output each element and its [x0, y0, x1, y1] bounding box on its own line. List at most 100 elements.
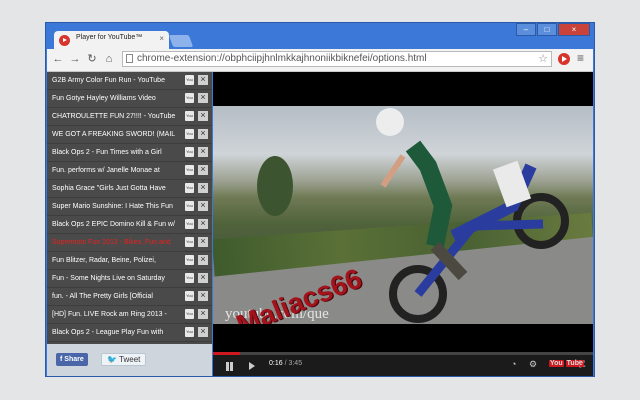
play-icon	[59, 35, 70, 46]
playlist-item[interactable]: Supermoto Fun 2013 - Bikes, Fun and You T…	[47, 234, 212, 254]
remove-item-icon[interactable]: ×	[198, 219, 208, 229]
new-tab-button[interactable]	[168, 35, 194, 47]
playlist-item-title: Black Ops 2 - Fun Times with a Girl	[52, 149, 162, 156]
page-icon	[126, 54, 133, 63]
remove-item-icon[interactable]: ×	[198, 201, 208, 211]
tweet-label: Tweet	[119, 355, 141, 364]
back-button[interactable]: ←	[51, 52, 65, 66]
minimize-button[interactable]: –	[516, 23, 536, 36]
playlist-item[interactable]: Fun - Some Nights Live on Saturday You Tu…	[47, 270, 212, 290]
facebook-share-button[interactable]: f Share	[56, 353, 88, 366]
playlist-item-title: Black Ops 2 EPIC Domino Kill & Fun w/	[52, 221, 175, 228]
youtube-icon[interactable]: You Tube	[185, 147, 194, 164]
browser-tab[interactable]: Player for YouTube™ ×	[54, 31, 169, 49]
youtube-icon[interactable]: You Tube	[185, 183, 194, 200]
reload-button[interactable]: ↻	[85, 52, 99, 66]
close-window-button[interactable]: ×	[558, 23, 590, 36]
logo-you: You	[549, 360, 564, 367]
playlist-item[interactable]: Black Ops 2 EPIC Domino Kill & Fun w/You…	[47, 216, 212, 236]
remove-item-icon[interactable]: ×	[198, 327, 208, 337]
remove-item-icon[interactable]: ×	[198, 183, 208, 193]
playlist-item[interactable]: Sophia Grace "Girls Just Gotta Have You T…	[47, 180, 212, 200]
title-bar: Player for YouTube™ × – □ ×	[46, 23, 594, 49]
playlist-item-title: Super Mario Sunshine: I Hate This Fun	[52, 203, 173, 210]
youtube-icon[interactable]: You Tube	[185, 111, 194, 128]
player-controls: 0:16 / 3:45 ◔ ⚙ You Tube ⛶	[213, 352, 593, 376]
youtube-icon[interactable]: You Tube	[185, 309, 194, 326]
total-time: / 3:45	[284, 360, 303, 367]
playlist-item[interactable]: [HD] Fun. LIVE Rock am Ring 2013 - You Tu…	[47, 306, 212, 326]
playlist-item-title: Supermoto Fun 2013 - Bikes, Fun and	[52, 239, 171, 246]
playlist-item[interactable]: Fun Blitzer, Radar, Beine, Polizei, You T…	[47, 252, 212, 272]
remove-item-icon[interactable]: ×	[198, 291, 208, 301]
youtube-icon[interactable]: You Tube	[185, 201, 194, 218]
playlist-item[interactable]: CHATROULETTE FUN 27!!!! - YouTube You Tub…	[47, 108, 212, 128]
playlist-item[interactable]: Fun. performs w/ Janelle Monae at You Tub…	[47, 162, 212, 182]
remove-item-icon[interactable]: ×	[198, 255, 208, 265]
remove-item-icon[interactable]: ×	[198, 309, 208, 319]
youtube-icon[interactable]: You Tube	[185, 219, 194, 236]
remove-item-icon[interactable]: ×	[198, 93, 208, 103]
close-tab-icon[interactable]: ×	[159, 34, 164, 43]
bookmark-star-icon[interactable]: ☆	[538, 52, 548, 66]
remove-item-icon[interactable]: ×	[198, 273, 208, 283]
remove-item-icon[interactable]: ×	[198, 237, 208, 247]
forward-button[interactable]: →	[68, 52, 82, 66]
playlist-item[interactable]: Super Mario Sunshine: I Hate This Fun You…	[47, 198, 212, 218]
browser-toolbar: ← → ↻ ⌂ chrome-extension://obphciipjhnlm…	[47, 49, 593, 72]
video-frame[interactable]: youtube.com/que Maliacs66	[213, 106, 593, 324]
address-bar[interactable]: chrome-extension://obphciipjhnlmkkajhnon…	[122, 51, 552, 67]
remove-item-icon[interactable]: ×	[198, 75, 208, 85]
youtube-icon[interactable]: You Tube	[185, 291, 194, 308]
url-text: chrome-extension://obphciipjhnlmkkajhnon…	[137, 53, 427, 64]
fullscreen-icon[interactable]: ⛶	[579, 359, 585, 370]
youtube-icon[interactable]: You Tube	[185, 165, 194, 182]
playlist-item-title: [HD] Fun. LIVE Rock am Ring 2013 -	[52, 311, 167, 318]
menu-icon[interactable]: ≡	[577, 51, 584, 65]
tweet-button[interactable]: 🐦 Tweet	[101, 353, 147, 366]
tab-title: Player for YouTube™	[76, 34, 143, 41]
remove-item-icon[interactable]: ×	[198, 165, 208, 175]
playlist-item-title: Black Ops 2 - League Play Fun with	[52, 329, 164, 336]
playlist-item[interactable]: fun. - All The Pretty Girls [Official You…	[47, 288, 212, 308]
playlist-item-title: WE GOT A FREAKING SWORD! (MAIL	[52, 131, 176, 138]
progress-bar[interactable]	[213, 352, 593, 355]
home-button[interactable]: ⌂	[102, 52, 116, 66]
gear-icon[interactable]: ⚙	[529, 359, 537, 370]
youtube-icon[interactable]: You Tube	[185, 327, 194, 344]
youtube-icon[interactable]: You Tube	[185, 75, 194, 92]
video-player[interactable]: youtube.com/que Maliacs66 0:16 / 3:45 ◔ …	[213, 72, 593, 376]
playlist: G2B Army Color Fun Run - YouTube You Tube…	[47, 72, 212, 362]
clock-icon[interactable]: ◔	[511, 359, 516, 369]
youtube-icon[interactable]: You Tube	[185, 255, 194, 272]
progress-fill	[213, 352, 240, 355]
playlist-item-title: G2B Army Color Fun Run - YouTube	[52, 77, 165, 84]
pause-button[interactable]	[226, 362, 229, 371]
playlist-item-title: Fun Blitzer, Radar, Beine, Polizei,	[52, 257, 156, 264]
playlist-item-title: Fun Gotye Hayley Williams Video	[52, 95, 156, 102]
window-controls: – □ ×	[515, 23, 590, 36]
youtube-icon[interactable]: You Tube	[185, 237, 194, 254]
next-icon[interactable]	[249, 362, 255, 370]
playlist-item-title: fun. - All The Pretty Girls [Official	[52, 293, 153, 300]
playlist-item-title: Sophia Grace "Girls Just Gotta Have	[52, 185, 166, 192]
current-time: 0:16	[269, 360, 283, 367]
youtube-icon[interactable]: You Tube	[185, 129, 194, 146]
playlist-item[interactable]: WE GOT A FREAKING SWORD! (MAIL You Tube ×	[47, 126, 212, 146]
playlist-item[interactable]: Black Ops 2 - Fun Times with a Girl You T…	[47, 144, 212, 164]
playlist-item[interactable]: G2B Army Color Fun Run - YouTube You Tube…	[47, 72, 212, 92]
remove-item-icon[interactable]: ×	[198, 129, 208, 139]
browser-window: Player for YouTube™ × – □ × ← → ↻ ⌂ chro…	[45, 22, 595, 377]
remove-item-icon[interactable]: ×	[198, 147, 208, 157]
extension-icon[interactable]	[558, 53, 570, 65]
playlist-sidebar: G2B Army Color Fun Run - YouTube You Tube…	[47, 72, 212, 376]
playlist-item-title: Fun - Some Nights Live on Saturday	[52, 275, 165, 282]
twitter-bird-icon: 🐦	[107, 355, 117, 364]
maximize-button[interactable]: □	[537, 23, 557, 36]
remove-item-icon[interactable]: ×	[198, 111, 208, 121]
playlist-item-title: Fun. performs w/ Janelle Monae at	[52, 167, 160, 174]
youtube-icon[interactable]: You Tube	[185, 93, 194, 110]
playlist-item[interactable]: Fun Gotye Hayley Williams Video You Tube ×	[47, 90, 212, 110]
youtube-icon[interactable]: You Tube	[185, 273, 194, 290]
playlist-item[interactable]: Black Ops 2 - League Play Fun with You Tu…	[47, 324, 212, 344]
